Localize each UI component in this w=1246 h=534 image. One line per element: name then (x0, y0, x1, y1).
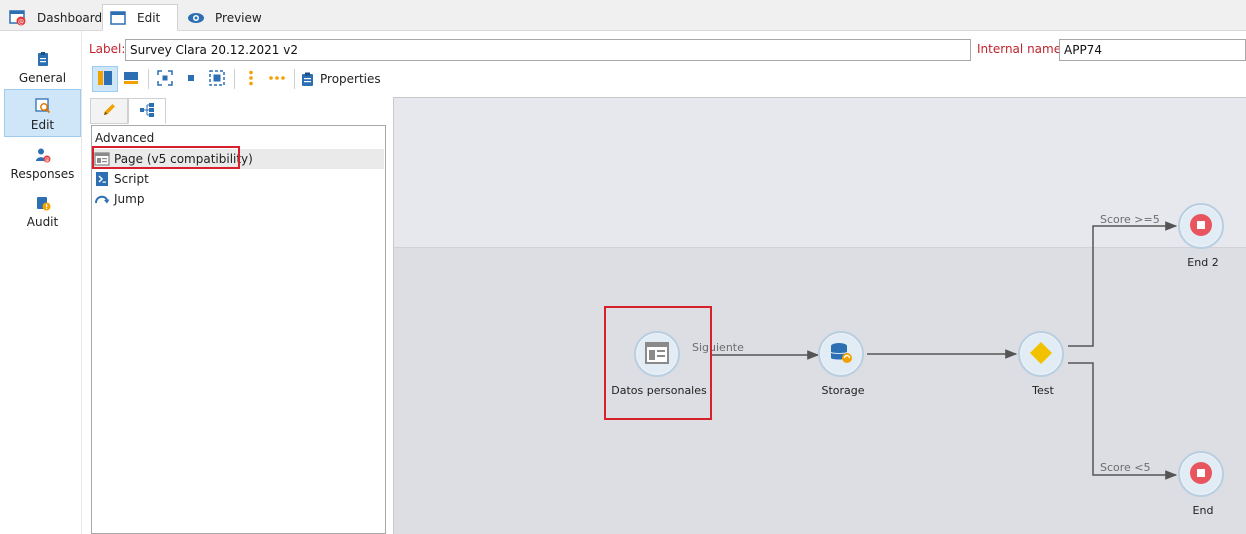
database-icon (829, 341, 853, 368)
jump-icon (94, 191, 110, 207)
tab-activities[interactable] (128, 98, 166, 124)
page-icon (94, 151, 110, 167)
nav-item-responses[interactable]: @ Responses (4, 137, 81, 185)
left-navigation: General Edit @ Responses Audit (0, 31, 82, 534)
workflow-canvas[interactable]: Siguiente Score >=5 Score <5 Datos perso… (393, 97, 1246, 534)
tab-edit[interactable]: Edit (102, 4, 178, 31)
horizontal-spacing-button[interactable] (264, 66, 290, 92)
tab-label: Dashboard (37, 10, 103, 25)
vertical-layout-icon (97, 70, 113, 89)
label-row: Label: Internal name: (82, 38, 1246, 62)
fit-page-icon (209, 69, 225, 89)
palette-item-label: Page (v5 compatibility) (114, 152, 253, 166)
diamond-icon (1029, 341, 1053, 368)
fit-page-button[interactable] (204, 66, 230, 92)
palette-item-page[interactable]: Page (v5 compatibility) (94, 149, 384, 169)
nav-label: General (18, 71, 67, 85)
edit-search-icon (34, 98, 51, 114)
node-label: Datos personales (611, 384, 707, 397)
palette-item-jump[interactable]: Jump (94, 189, 384, 209)
edge-label-score-low: Score <5 (1100, 461, 1151, 474)
node-label: Storage (821, 384, 865, 397)
dashboard-icon: @ (9, 9, 27, 26)
edge-label-score-high: Score >=5 (1100, 213, 1160, 226)
palette-item-label: Jump (114, 192, 145, 206)
nav-item-edit[interactable]: Edit (4, 89, 81, 137)
responses-icon: @ (35, 147, 51, 163)
square-icon (183, 70, 199, 89)
nav-label: Edit (30, 118, 55, 132)
pencil-icon (101, 102, 117, 121)
nav-item-audit[interactable]: Audit (4, 185, 81, 233)
svg-text:@: @ (44, 157, 49, 163)
edge-test-end (1068, 362, 1178, 480)
tab-label: Preview (215, 10, 262, 25)
node-datos-personales[interactable] (634, 331, 680, 377)
page-icon (645, 341, 669, 367)
general-icon (35, 51, 51, 67)
internal-name-caption: Internal name: (977, 42, 1066, 56)
node-end[interactable] (1178, 451, 1224, 497)
edge-test-end2 (1068, 221, 1178, 347)
tab-pencil[interactable] (90, 98, 128, 124)
activities-tree-icon (139, 102, 155, 121)
tab-preview[interactable]: Preview (180, 4, 273, 31)
internal-name-input[interactable] (1059, 39, 1246, 61)
palette-tabs (90, 98, 390, 124)
palette-item-script[interactable]: Script (94, 169, 384, 189)
activity-palette: Advanced Page (v5 compatibility) Script … (91, 125, 386, 534)
properties-button[interactable]: Properties (300, 66, 381, 92)
audit-icon (35, 195, 51, 211)
node-end-2[interactable] (1178, 203, 1224, 249)
tab-dashboard[interactable]: @ Dashboard (2, 4, 113, 31)
edge-label-siguiente: Siguiente (692, 341, 744, 354)
nav-label: Responses (10, 167, 75, 181)
node-label: Test (1032, 384, 1054, 397)
node-label: End (1192, 504, 1214, 517)
nav-item-general[interactable]: General (4, 41, 81, 89)
palette-group-advanced: Advanced (95, 131, 155, 145)
tab-label: Edit (137, 10, 161, 25)
node-test[interactable] (1018, 331, 1064, 377)
zoom-fit-button[interactable] (152, 66, 178, 92)
svg-text:@: @ (18, 18, 24, 25)
vertical-dots-icon (243, 70, 259, 89)
script-icon (94, 171, 110, 187)
horizontal-layout-icon (123, 70, 139, 89)
label-input[interactable] (125, 39, 971, 61)
horizontal-dots-icon (268, 70, 286, 89)
stop-icon (1189, 461, 1213, 488)
top-tab-bar: @ Dashboard Edit Preview (0, 0, 1246, 31)
properties-label: Properties (320, 72, 381, 86)
actual-size-button[interactable] (178, 66, 204, 92)
edit-window-icon (109, 10, 127, 26)
stop-icon (1189, 213, 1213, 240)
node-storage[interactable] (818, 331, 864, 377)
node-label: End 2 (1187, 256, 1219, 269)
label-caption: Label: (89, 42, 126, 56)
nav-label: Audit (26, 215, 59, 229)
editor-toolbar: Properties (90, 66, 1246, 92)
vertical-spacing-button[interactable] (238, 66, 264, 92)
properties-icon (300, 71, 316, 87)
zoom-fit-icon (157, 69, 173, 89)
horizontal-layout-button[interactable] (118, 66, 144, 92)
vertical-layout-button[interactable] (92, 66, 118, 92)
palette-item-label: Script (114, 172, 149, 186)
eye-icon (187, 10, 205, 26)
